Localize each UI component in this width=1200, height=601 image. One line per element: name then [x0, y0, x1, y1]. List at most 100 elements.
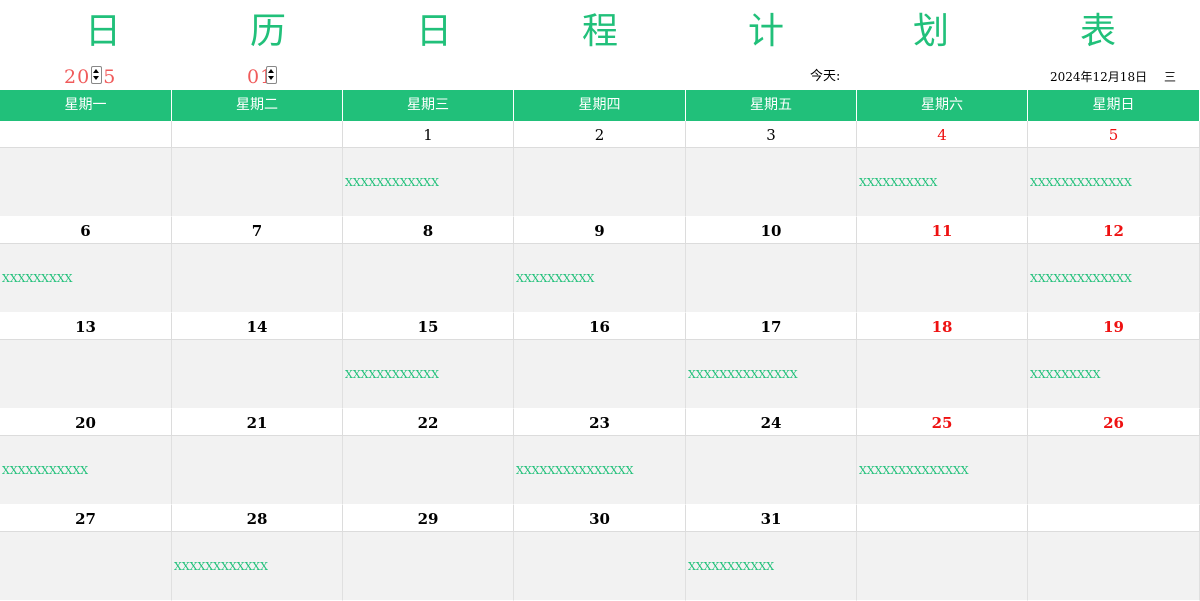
day-notes-area[interactable]: XXXXXXXXX [0, 244, 172, 313]
spin-up-arrow-icon[interactable] [268, 69, 274, 73]
day-number: 2 [514, 121, 686, 148]
day-cell[interactable]: 19 XXXXXXXXX [1028, 313, 1200, 409]
day-notes-area[interactable] [514, 148, 686, 217]
day-notes-area[interactable] [0, 532, 172, 601]
day-cell[interactable]: 21 [172, 409, 343, 505]
day-cell[interactable] [857, 505, 1028, 601]
day-notes-area[interactable]: XXXXXXXXXXXX [172, 532, 343, 601]
day-number: 18 [857, 313, 1028, 340]
day-cell[interactable]: 25 XXXXXXXXXXXXXX [857, 409, 1028, 505]
day-notes-area[interactable] [514, 532, 686, 601]
day-cell[interactable] [0, 121, 172, 217]
day-cell[interactable]: 5 XXXXXXXXXXXXX [1028, 121, 1200, 217]
schedule-note: XXXXXXXXXXXXXXX [516, 464, 634, 477]
day-notes-area[interactable] [172, 148, 343, 217]
day-cell[interactable]: 17 XXXXXXXXXXXXXX [686, 313, 857, 409]
day-cell[interactable]: 8 [343, 217, 514, 313]
day-cell[interactable] [172, 121, 343, 217]
day-notes-area[interactable] [686, 244, 857, 313]
day-cell[interactable]: 1 XXXXXXXXXXXX [343, 121, 514, 217]
day-notes-area[interactable] [172, 436, 343, 505]
day-cell[interactable]: 24 [686, 409, 857, 505]
day-number: 19 [1028, 313, 1200, 340]
day-notes-area[interactable] [686, 436, 857, 505]
day-cell[interactable]: 26 [1028, 409, 1200, 505]
title-char: 表 [1079, 11, 1116, 52]
day-cell[interactable]: 14 [172, 313, 343, 409]
day-cell[interactable]: 20 XXXXXXXXXXX [0, 409, 172, 505]
day-cell[interactable]: 6 XXXXXXXXX [0, 217, 172, 313]
day-notes-area[interactable]: XXXXXXXXXXX [0, 436, 172, 505]
day-notes-area[interactable]: XXXXXXXXXX [514, 244, 686, 313]
day-cell[interactable]: 23 XXXXXXXXXXXXXXX [514, 409, 686, 505]
day-notes-area[interactable] [0, 340, 172, 409]
day-cell[interactable]: 31 XXXXXXXXXXX [686, 505, 857, 601]
spin-down-arrow-icon[interactable] [93, 76, 99, 80]
day-cell[interactable]: 30 [514, 505, 686, 601]
day-cell[interactable]: 10 [686, 217, 857, 313]
day-notes-area[interactable] [1028, 436, 1200, 505]
day-number [1028, 505, 1200, 532]
day-number: 14 [172, 313, 343, 340]
year-spinner[interactable]: 2025 [64, 64, 115, 90]
day-notes-area[interactable]: XXXXXXXXXXXXXX [686, 340, 857, 409]
day-notes-area[interactable] [857, 532, 1028, 601]
day-notes-area[interactable] [686, 148, 857, 217]
day-number: 31 [686, 505, 857, 532]
day-cell[interactable] [1028, 505, 1200, 601]
day-notes-area[interactable] [343, 244, 514, 313]
day-cell[interactable]: 2 [514, 121, 686, 217]
schedule-note: XXXXXXXXXXXXX [1030, 176, 1132, 189]
day-cell[interactable]: 29 [343, 505, 514, 601]
spin-down-arrow-icon[interactable] [268, 76, 274, 80]
day-notes-area[interactable]: XXXXXXXXXX [857, 148, 1028, 217]
day-notes-area[interactable] [857, 244, 1028, 313]
day-cell[interactable]: 22 [343, 409, 514, 505]
day-cell[interactable]: 13 [0, 313, 172, 409]
month-spinner[interactable]: 01 [247, 64, 282, 90]
day-cell[interactable]: 28 XXXXXXXXXXXX [172, 505, 343, 601]
day-notes-area[interactable] [343, 532, 514, 601]
month-spin-buttons[interactable] [266, 66, 277, 84]
day-notes-area[interactable] [857, 340, 1028, 409]
day-notes-area[interactable]: XXXXXXXXXXXX [343, 340, 514, 409]
day-number: 30 [514, 505, 686, 532]
day-notes-area[interactable]: XXXXXXXXXXXXXXX [514, 436, 686, 505]
title-char: 日 [84, 11, 121, 52]
day-notes-area[interactable]: XXXXXXXXXXXXX [1028, 244, 1200, 313]
schedule-note: XXXXXXXXXXXX [345, 176, 439, 189]
day-notes-area[interactable] [343, 436, 514, 505]
day-notes-area[interactable] [172, 340, 343, 409]
schedule-note: XXXXXXXXXX [516, 272, 595, 285]
day-cell[interactable]: 27 [0, 505, 172, 601]
day-notes-area[interactable] [0, 148, 172, 217]
day-cell[interactable]: 3 [686, 121, 857, 217]
day-notes-area[interactable]: XXXXXXXXXXX [686, 532, 857, 601]
weekday-header: 星期日 [1028, 90, 1200, 121]
day-notes-area[interactable] [172, 244, 343, 313]
schedule-note: XXXXXXXXX [2, 272, 73, 285]
day-notes-area[interactable] [1028, 532, 1200, 601]
day-cell[interactable]: 7 [172, 217, 343, 313]
day-cell[interactable]: 16 [514, 313, 686, 409]
day-notes-area[interactable]: XXXXXXXXXXXXX [1028, 148, 1200, 217]
schedule-note: XXXXXXXXXXX [688, 560, 775, 573]
day-cell[interactable]: 18 [857, 313, 1028, 409]
day-notes-area[interactable]: XXXXXXXXXXXXXX [857, 436, 1028, 505]
year-spin-buttons[interactable] [91, 66, 102, 84]
day-cell[interactable]: 12 XXXXXXXXXXXXX [1028, 217, 1200, 313]
calendar-sheet: 日 历 日 程 计 划 表 2025 01 今天: 2024年12月18日 三 … [0, 0, 1200, 601]
day-number: 22 [343, 409, 514, 436]
schedule-note: XXXXXXXXXXXXXX [859, 464, 969, 477]
day-number [857, 505, 1028, 532]
day-cell[interactable]: 4 XXXXXXXXXX [857, 121, 1028, 217]
today-date: 2024年12月18日 [1050, 70, 1148, 84]
day-notes-area[interactable]: XXXXXXXXX [1028, 340, 1200, 409]
day-cell[interactable]: 9 XXXXXXXXXX [514, 217, 686, 313]
day-cell[interactable]: 15 XXXXXXXXXXXX [343, 313, 514, 409]
spin-up-arrow-icon[interactable] [93, 69, 99, 73]
day-notes-area[interactable]: XXXXXXXXXXXX [343, 148, 514, 217]
day-number: 16 [514, 313, 686, 340]
day-cell[interactable]: 11 [857, 217, 1028, 313]
day-notes-area[interactable] [514, 340, 686, 409]
